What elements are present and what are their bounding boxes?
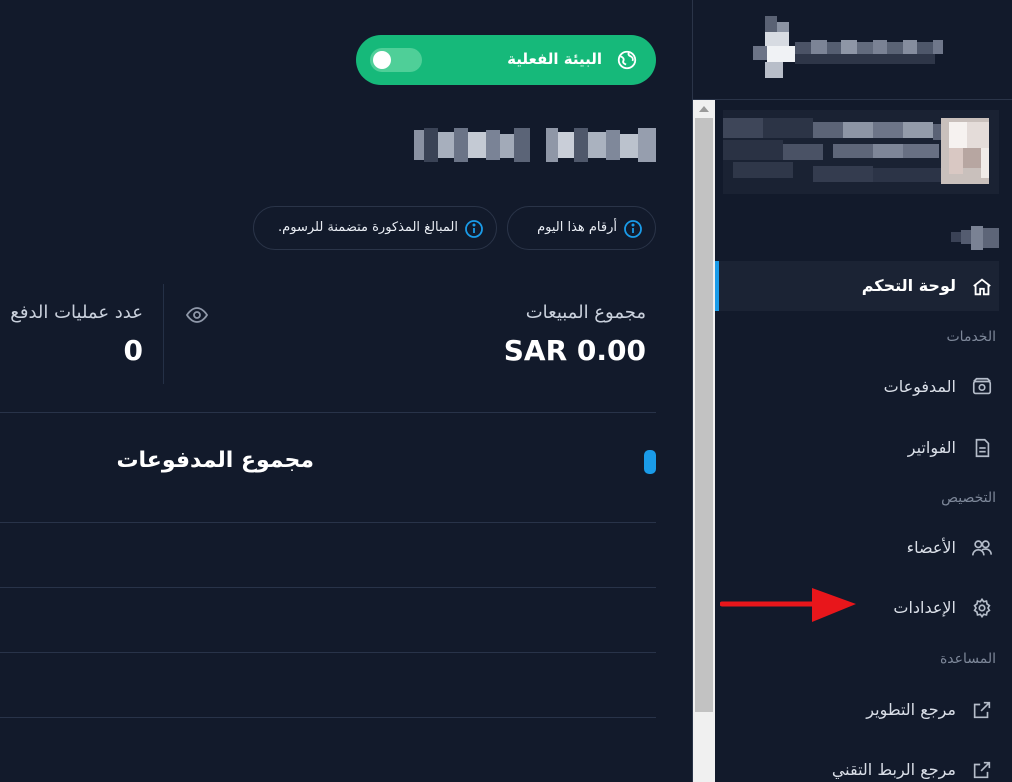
globe-icon	[617, 50, 637, 70]
annotation-arrow-icon	[720, 588, 856, 622]
sidebar-section-help: المساعدة	[939, 651, 996, 667]
info-chip-fees[interactable]: المبالغ المذكورة متضمنة للرسوم.	[253, 206, 497, 250]
sidebar-scrollbar[interactable]	[693, 100, 715, 782]
chart-gridline	[0, 587, 656, 588]
section-accent-bar	[644, 450, 656, 474]
chart-gridline	[0, 717, 656, 718]
info-icon	[465, 220, 483, 238]
stats-divider	[163, 284, 164, 384]
external-link-icon	[973, 701, 991, 719]
environment-switch[interactable]	[370, 48, 422, 72]
info-icon	[624, 220, 642, 238]
environment-toggle-pill[interactable]: البيئة الفعلية	[356, 35, 656, 85]
sidebar-item-label: المدفوعات	[883, 377, 956, 396]
user-card-redacted[interactable]	[723, 110, 999, 194]
sidebar: لوحة التحكم الخدمات المدفوعات الفواتير ا…	[692, 0, 1012, 782]
chart-gridline	[0, 652, 656, 653]
external-link-icon	[973, 761, 991, 779]
payments-icon	[972, 377, 992, 395]
sidebar-section-services: الخدمات	[946, 329, 997, 345]
sales-total-value: SAR 0.00	[503, 334, 646, 367]
home-icon	[973, 278, 991, 296]
payment-count-value: 0	[123, 334, 143, 367]
sidebar-item-label: الفواتير	[907, 438, 956, 457]
nav-active-highlight	[715, 261, 999, 311]
payment-count-label: عدد عمليات الدفع	[10, 302, 143, 323]
sidebar-header	[693, 0, 1012, 100]
main-content: البيئة الفعلية أرقام هذا اليوم المبالغ ا	[0, 0, 692, 782]
sidebar-item-label: مرجع التطوير	[866, 700, 956, 719]
environment-label: البيئة الفعلية	[507, 50, 602, 68]
sidebar-item-label: لوحة التحكم	[861, 276, 956, 295]
sidebar-item-label: مرجع الربط التقني	[831, 760, 956, 779]
sidebar-item-label: الإعدادات	[893, 598, 956, 617]
scroll-up-arrow[interactable]	[699, 106, 709, 112]
eye-icon[interactable]	[185, 303, 209, 327]
user-role-redacted	[951, 226, 999, 250]
switch-knob	[373, 51, 391, 69]
sidebar-section-customization: التخصيص	[941, 490, 996, 506]
divider	[0, 412, 656, 413]
gear-icon	[973, 597, 991, 619]
info-chip-today[interactable]: أرقام هذا اليوم	[507, 206, 656, 250]
logo-redacted	[753, 16, 943, 78]
scrollbar-thumb[interactable]	[695, 118, 713, 712]
members-icon	[972, 540, 992, 556]
sidebar-item-label: الأعضاء	[906, 538, 956, 557]
sales-total-label: مجموع المبيعات	[525, 302, 646, 323]
info-chip-label: أرقام هذا اليوم	[537, 220, 617, 235]
invoice-icon	[975, 438, 990, 458]
payments-section-title: مجموع المدفوعات	[116, 448, 314, 473]
merchant-name-redacted	[414, 128, 656, 162]
nav-active-indicator	[715, 261, 719, 311]
chart-gridline	[0, 522, 656, 523]
info-chip-label: المبالغ المذكورة متضمنة للرسوم.	[278, 220, 458, 235]
